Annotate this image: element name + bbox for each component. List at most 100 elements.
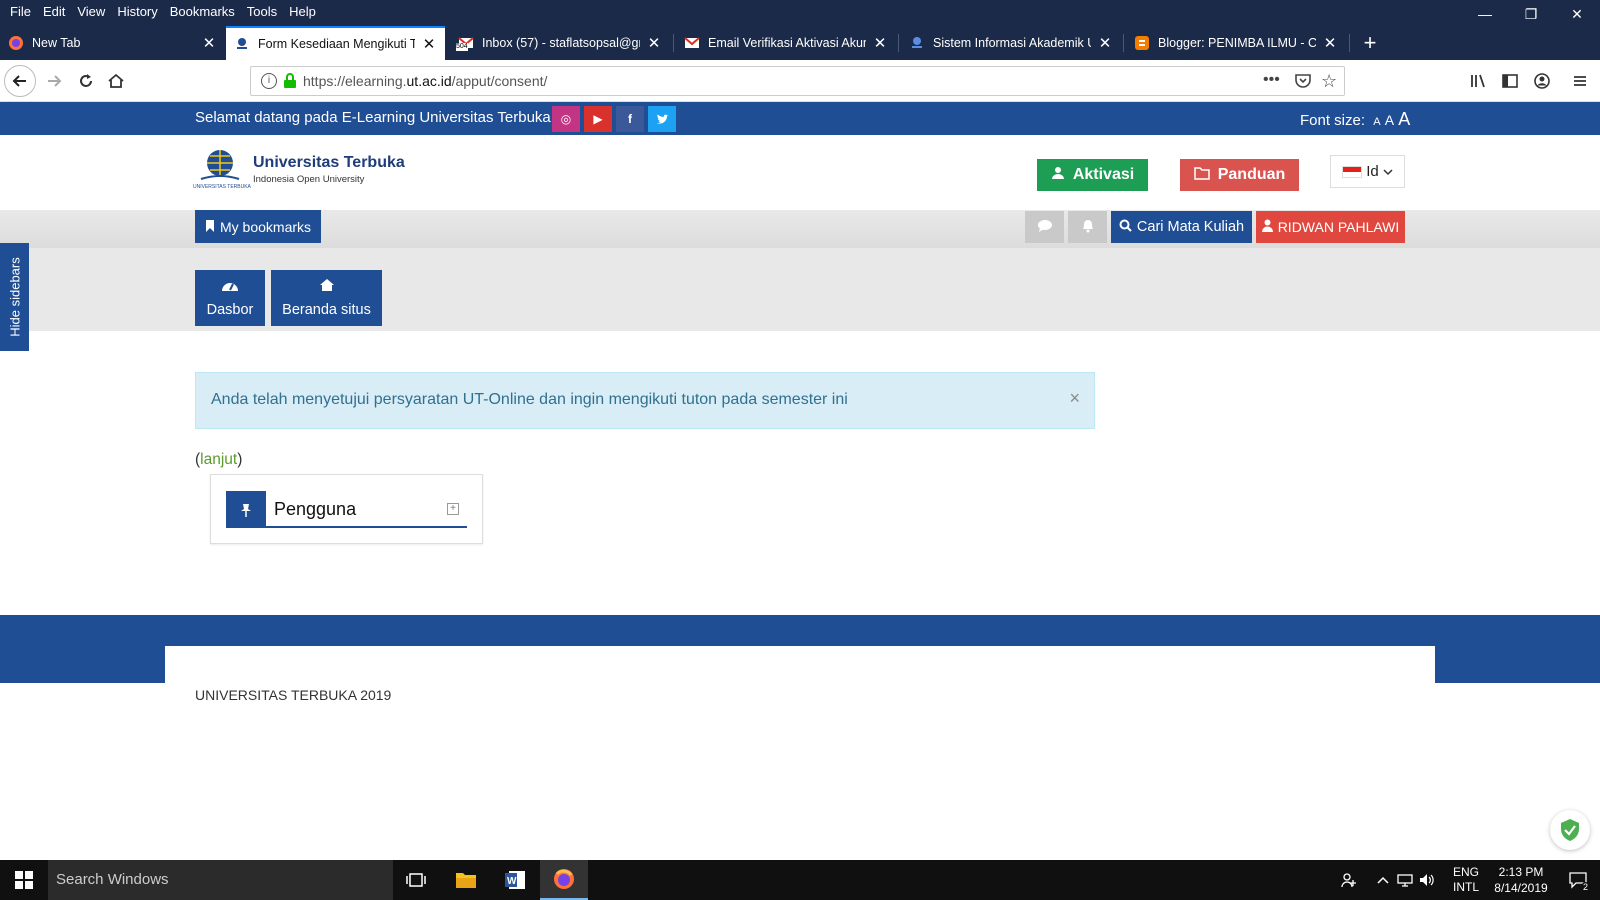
windows-taskbar: Search Windows W ENG INTL 2:13 PM 8/14/2… <box>0 860 1600 900</box>
menu-tools[interactable]: Tools <box>241 2 283 22</box>
blogger-icon <box>1134 35 1150 51</box>
messages-button[interactable] <box>1025 211 1064 243</box>
ut-logo-icon[interactable]: UNIVERSITAS TERBUKA <box>193 147 251 191</box>
windows-start-button[interactable] <box>0 860 48 900</box>
logo-caption: UNIVERSITAS TERBUKA <box>193 184 251 190</box>
expand-block-icon[interactable]: + <box>447 503 459 515</box>
dashboard-gauge-icon <box>221 278 239 296</box>
people-icon[interactable] <box>1334 860 1364 900</box>
windows-search-input[interactable]: Search Windows <box>48 860 393 900</box>
reload-icon[interactable] <box>70 65 102 97</box>
hamburger-menu-icon[interactable] <box>1564 65 1596 97</box>
address-bar[interactable]: i https://elearning.ut.ac.id/apput/conse… <box>250 66 1345 96</box>
volume-icon[interactable] <box>1417 860 1437 900</box>
gmail-icon: 504 <box>456 35 474 51</box>
menu-history[interactable]: History <box>111 2 163 22</box>
activation-button[interactable]: Aktivasi <box>1037 159 1148 191</box>
minimize-window-button[interactable]: — <box>1462 2 1508 26</box>
close-tab-icon[interactable]: ✕ <box>1097 34 1113 52</box>
hide-sidebars-toggle[interactable]: Hide sidebars <box>0 243 29 351</box>
library-icon[interactable] <box>1462 65 1494 97</box>
chat-bubble-icon <box>1037 219 1053 236</box>
network-icon[interactable] <box>1395 860 1415 900</box>
clock[interactable]: 2:13 PM 8/14/2019 <box>1488 860 1554 900</box>
clock-date: 8/14/2019 <box>1494 881 1548 895</box>
notifications-button[interactable] <box>1068 211 1107 243</box>
home-icon <box>319 278 335 296</box>
dashboard-label: Dasbor <box>206 302 254 318</box>
site-nav-row: My bookmarks Cari Mata Kuliah RIDWAN PAH… <box>0 210 1600 248</box>
tab-academic-info[interactable]: Sistem Informasi Akademik UT ✕ <box>901 26 1121 60</box>
home-icon[interactable] <box>100 65 132 97</box>
firefox-taskbar-icon[interactable] <box>540 860 588 900</box>
close-tab-icon[interactable]: ✕ <box>872 34 888 52</box>
youtube-icon[interactable]: ▶ <box>584 106 612 132</box>
close-tab-icon[interactable]: ✕ <box>421 35 437 53</box>
new-tab-plus-icon[interactable]: + <box>1352 26 1388 60</box>
close-tab-icon[interactable]: ✕ <box>1322 34 1338 52</box>
file-explorer-icon[interactable] <box>442 860 490 900</box>
alert-close-icon[interactable]: × <box>1069 388 1080 409</box>
forward-arrow-icon[interactable] <box>38 65 70 97</box>
hide-sidebars-label: Hide sidebars <box>7 257 22 337</box>
tab-label: New Tab <box>32 36 81 50</box>
info-icon[interactable]: i <box>261 73 277 89</box>
lock-icon <box>283 73 297 92</box>
search-icon <box>1119 219 1132 236</box>
tab-new-tab[interactable]: New Tab ✕ <box>0 26 225 60</box>
font-size-large-button[interactable]: A <box>1398 109 1410 129</box>
close-tab-icon[interactable]: ✕ <box>646 34 662 52</box>
search-course-label: Cari Mata Kuliah <box>1136 219 1245 235</box>
font-size-label: Font size: <box>1300 112 1366 129</box>
url-text: https://elearning.ut.ac.id/apput/consent… <box>303 73 547 89</box>
menu-bar: File Edit View History Bookmarks Tools H… <box>4 2 322 22</box>
site-home-button[interactable]: Beranda situs <box>271 270 382 326</box>
pocket-icon[interactable] <box>1294 72 1312 93</box>
menu-view[interactable]: View <box>71 2 111 22</box>
menu-help[interactable]: Help <box>283 2 322 22</box>
back-arrow-icon[interactable] <box>4 65 36 97</box>
task-view-icon[interactable] <box>392 860 440 900</box>
restore-window-button[interactable]: ❐ <box>1508 2 1554 26</box>
chevron-up-icon[interactable] <box>1375 860 1391 900</box>
menu-file[interactable]: File <box>4 2 37 22</box>
tab-inbox[interactable]: 504 Inbox (57) - staflatsopsal@gma ✕ <box>450 26 670 60</box>
shield-check-icon[interactable] <box>1550 810 1590 850</box>
alert-message: Anda telah menyetujui persyaratan UT-Onl… <box>211 391 848 408</box>
continue-link[interactable]: lanjut <box>200 451 237 468</box>
tab-blogger[interactable]: Blogger: PENIMBA ILMU - Crea ✕ <box>1126 26 1346 60</box>
close-window-button[interactable]: ✕ <box>1554 2 1600 26</box>
dashboard-button[interactable]: Dasbor <box>195 270 265 326</box>
users-block: Pengguna + <box>210 474 483 544</box>
sidebar-icon[interactable] <box>1494 65 1526 97</box>
chevron-down-icon <box>1383 163 1393 180</box>
logo-title[interactable]: Universitas Terbuka <box>253 154 405 172</box>
instagram-icon[interactable]: ◎ <box>552 106 580 132</box>
guide-button[interactable]: Panduan <box>1180 159 1299 191</box>
word-icon[interactable]: W <box>491 860 539 900</box>
pin-icon[interactable] <box>226 491 266 528</box>
font-size-medium-button[interactable]: A <box>1385 112 1394 128</box>
facebook-icon[interactable]: f <box>616 106 644 132</box>
user-menu-button[interactable]: RIDWAN PAHLAWI <box>1256 211 1405 243</box>
tab-consent-form[interactable]: Form Kesediaan Mengikuti Tut ✕ <box>226 26 445 60</box>
search-course-button[interactable]: Cari Mata Kuliah <box>1111 211 1252 243</box>
language-select[interactable]: Id <box>1330 155 1405 188</box>
menu-edit[interactable]: Edit <box>37 2 71 22</box>
input-language-bottom: INTL <box>1452 880 1479 894</box>
page-actions-icon[interactable]: ••• <box>1263 71 1280 89</box>
my-bookmarks-button[interactable]: My bookmarks <box>195 210 322 243</box>
tab-email-verification[interactable]: Email Verifikasi Aktivasi Akun S ✕ <box>676 26 896 60</box>
account-icon[interactable] <box>1526 65 1558 97</box>
ut-logo-icon <box>234 36 250 52</box>
action-center-icon[interactable]: 2 <box>1560 860 1596 900</box>
input-language-indicator[interactable]: ENG INTL <box>1446 860 1486 900</box>
site-home-label: Beranda situs <box>282 302 371 318</box>
activation-label: Aktivasi <box>1072 166 1135 183</box>
bookmark-star-icon[interactable]: ☆ <box>1321 71 1337 92</box>
twitter-icon[interactable] <box>648 106 676 132</box>
svg-text:W: W <box>507 876 517 887</box>
close-tab-icon[interactable]: ✕ <box>201 34 217 52</box>
font-size-small-button[interactable]: A <box>1373 116 1380 128</box>
menu-bookmarks[interactable]: Bookmarks <box>164 2 241 22</box>
